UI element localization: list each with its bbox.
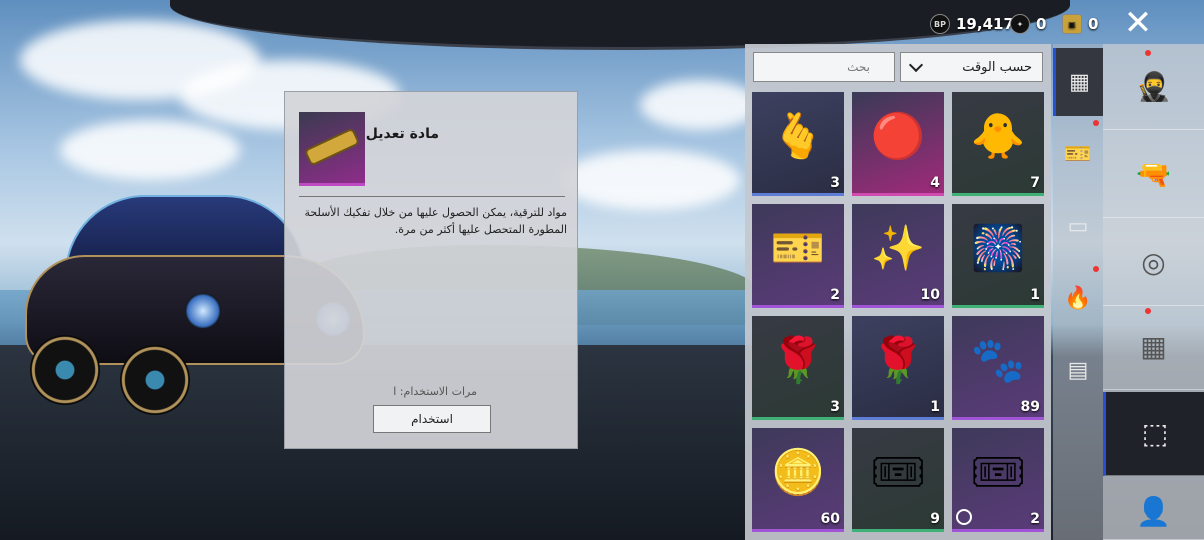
notification-dot	[1145, 50, 1151, 56]
bp-amount: 19,417	[956, 15, 1014, 33]
item-cell[interactable]: 🎫 2	[752, 204, 844, 308]
item-count: 3	[830, 175, 840, 191]
pistol-icon: 🔫	[1136, 158, 1171, 191]
inventory-tabs: ▦ 🎫 ▭ 🔥 ▤	[1053, 44, 1103, 540]
sort-dropdown[interactable]: حسب الوقت	[900, 52, 1043, 82]
red-crystal-icon: 🔴	[870, 111, 926, 163]
steering-wheel-icon: ◎	[1141, 246, 1166, 279]
chevron-down-icon	[908, 57, 924, 72]
coupon-currency: ▣ 0	[1062, 14, 1098, 34]
item-cell[interactable]: 🎟 9	[852, 428, 944, 532]
tab-coupons[interactable]: 🎫	[1053, 130, 1103, 178]
item-count: 7	[1030, 175, 1040, 191]
sidebar-item-outfit[interactable]: 🥷	[1103, 44, 1204, 130]
divider	[299, 196, 565, 197]
item-count: 89	[1020, 399, 1040, 415]
item-cell[interactable]: 🌹 1	[852, 316, 944, 420]
sidebar-item-weapons[interactable]: 🔫	[1103, 132, 1204, 218]
flame-icon: 🔥	[1064, 285, 1092, 311]
item-count: 1	[1030, 287, 1040, 303]
item-detail-panel: مادة تعديل مواد للترقية، يمكن الحصول علي…	[284, 91, 578, 449]
item-count: 1	[930, 399, 940, 415]
item-count: 60	[820, 511, 840, 527]
item-cell[interactable]: 🫰 3	[752, 92, 844, 196]
item-cell[interactable]: ✨ 10	[852, 204, 944, 308]
magic-wand-icon: ✨	[870, 223, 926, 275]
uses-count: مرات الاستخدام: ا	[393, 385, 477, 398]
item-count: 2	[1030, 511, 1040, 527]
sort-label: حسب الوقت	[962, 59, 1032, 75]
sidebar-item-profile[interactable]: 👤	[1103, 484, 1204, 540]
item-description: مواد للترقية، يمكن الحصول عليها من خلال …	[304, 206, 567, 236]
item-cell[interactable]: 🐥 7	[952, 92, 1044, 196]
bp-coin-icon: BP	[930, 14, 950, 34]
tab-fire[interactable]: 🔥	[1053, 274, 1103, 322]
use-button[interactable]: استخدام	[373, 405, 491, 433]
item-count: 2	[830, 287, 840, 303]
discount-coupon-icon: 🎟	[970, 447, 1026, 499]
tab-crates[interactable]: ▤	[1053, 346, 1103, 394]
tab-materials[interactable]: ▭	[1053, 202, 1103, 250]
backpack-icon: ▦	[1140, 330, 1167, 363]
chicken-emote-icon: 🐥	[970, 111, 1026, 163]
item-count: 10	[920, 287, 940, 303]
item-cell[interactable]: 🎟 2	[952, 428, 1044, 532]
boxes-icon: ▦	[1069, 69, 1090, 95]
material-icon: ▭	[1067, 213, 1089, 239]
soldier-icon: 👤	[1136, 495, 1171, 528]
item-count: 4	[930, 175, 940, 191]
item-grid: 🫰 3 🔴 4 🐥 7 🎫 2 ✨ 10 🎆 1 🌹 3 🌹 1 🐾 89 🪙 60 🎟 9 🎟 2	[752, 92, 1044, 532]
item-cell[interactable]: 🎆 1	[952, 204, 1044, 308]
notification-dot	[1145, 308, 1151, 314]
clock-icon	[956, 509, 972, 525]
wow-ticket-icon: 🎟	[870, 447, 926, 499]
notification-dot	[1093, 120, 1099, 126]
item-count: 9	[930, 511, 940, 527]
search-input[interactable]	[753, 52, 895, 82]
sidebar-item-vehicles[interactable]: ◎	[1103, 220, 1204, 306]
rose-bouquet-icon: 🌹	[870, 335, 926, 387]
rose-icon: 🌹	[770, 335, 826, 387]
ticket-icon: 🎫	[1064, 141, 1092, 167]
coupon-icon: ▣	[1062, 14, 1082, 34]
paw-coin-icon: 🐾	[970, 335, 1026, 387]
sidebar-item-inventory[interactable]: ⬚	[1103, 392, 1204, 476]
sidebar-item-backpack[interactable]: ▦	[1103, 304, 1204, 390]
gun-material-icon	[306, 130, 358, 164]
item-cell[interactable]: 🌹 3	[752, 316, 844, 420]
item-cell[interactable]: 🪙 60	[752, 428, 844, 532]
category-sidebar: 🥷 🔫 ◎ ▦ ⬚ 👤	[1103, 44, 1204, 540]
coupon-amount: 0	[1088, 15, 1099, 33]
x2-card-icon: 🎫	[770, 223, 826, 275]
item-title: مادة تعديل	[365, 126, 439, 142]
silver-fragment-icon: ✦	[1010, 14, 1030, 34]
box-icon: ⬚	[1141, 417, 1169, 450]
character-icon: 🥷	[1136, 70, 1171, 103]
inventory-panel: حسب الوقت 🫰3 🔴4 🐥7 🎫2 ✨10 🎆1 🌹3 🌹1 🐾89 🪙…	[745, 44, 1051, 540]
close-icon[interactable]: ✕	[1120, 6, 1156, 42]
item-preview	[299, 112, 365, 186]
gold-coin-icon: 🪙	[770, 447, 826, 499]
firework-icon: 🎆	[970, 223, 1026, 275]
item-cell[interactable]: 🔴 4	[852, 92, 944, 196]
tab-all-items[interactable]: ▦	[1053, 48, 1103, 116]
silver-amount: 0	[1036, 15, 1047, 33]
notification-dot	[1093, 266, 1099, 272]
item-cell[interactable]: 🐾 89	[952, 316, 1044, 420]
silver-currency: ✦ 0	[1010, 14, 1046, 34]
bp-currency: BP 19,417	[930, 14, 1014, 34]
item-count: 3	[830, 399, 840, 415]
crate-icon: ▤	[1067, 357, 1089, 383]
heart-gesture-icon: 🫰	[770, 111, 826, 163]
